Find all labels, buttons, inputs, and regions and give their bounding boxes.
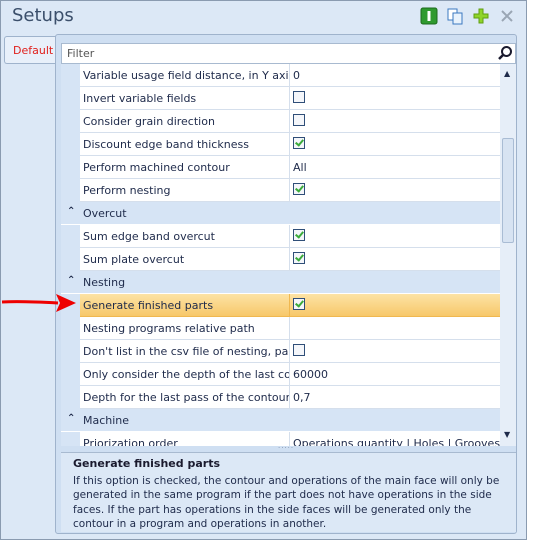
row-indent [61,225,80,248]
property-value[interactable]: Operations quantity | Holes | Grooves | [293,437,500,446]
splitter-handle[interactable]: ····· [278,444,294,452]
property-grid: Variable usage field distance, in Y axis… [61,64,500,446]
checkbox[interactable] [293,137,305,149]
category-nesting[interactable]: ⌃ Nesting [61,271,500,294]
property-label: Variable usage field distance, in Y axis [80,64,290,87]
close-icon[interactable] [498,7,516,25]
property-label: Only consider the depth of the last con.… [80,363,290,386]
property-value[interactable]: 0 [293,69,300,82]
property-value[interactable]: All [293,161,307,174]
checkbox[interactable] [293,344,305,356]
scroll-down-icon[interactable]: ▼ [504,430,510,439]
checkbox[interactable] [293,91,305,103]
property-label: Depth for the last pass of the contour (… [80,386,290,409]
copy-icon[interactable] [446,7,464,25]
property-label: Perform machined contour [80,156,290,179]
property-row[interactable]: Discount edge band thickness [61,133,500,156]
property-value-cell[interactable] [290,133,500,156]
row-indent [61,432,80,446]
property-value-cell[interactable]: 0,7 [290,386,500,409]
property-label: Generate finished parts [80,294,290,317]
property-row[interactable]: Nesting programs relative path [61,317,500,340]
property-value-cell[interactable] [290,340,500,363]
property-row[interactable]: Depth for the last pass of the contour (… [61,386,500,409]
category-label: Machine [83,414,130,427]
checkbox[interactable] [293,252,305,264]
property-label: Sum edge band overcut [80,225,290,248]
property-value-cell[interactable] [290,317,500,340]
collapse-icon[interactable]: ⌃ [67,206,75,217]
property-label: Sum plate overcut [80,248,290,271]
vertical-scrollbar[interactable]: ▲ ▼ [500,64,516,446]
property-value-cell[interactable]: 60000 [290,363,500,386]
row-indent [61,64,80,87]
window-title: Setups [12,5,74,26]
checkbox[interactable] [293,298,305,310]
property-row[interactable]: Only consider the depth of the last con.… [61,363,500,386]
row-indent [61,363,80,386]
checkbox[interactable] [293,183,305,195]
property-value[interactable]: 0,7 [293,391,311,404]
add-icon[interactable] [472,7,490,25]
property-row[interactable]: Don't list in the csv file of nesting, p… [61,340,500,363]
scroll-up-icon[interactable]: ▲ [504,69,510,78]
property-row[interactable]: Consider grain direction [61,110,500,133]
info-icon[interactable] [420,7,438,25]
property-row[interactable]: Invert variable fields [61,87,500,110]
checkbox[interactable] [293,114,305,126]
category-label: Nesting [83,276,126,289]
property-row[interactable]: Generate finished parts [61,294,500,317]
property-value-cell[interactable] [290,225,500,248]
row-indent [61,87,80,110]
property-row[interactable]: Perform nesting [61,179,500,202]
property-label: Discount edge band thickness [80,133,290,156]
property-value[interactable]: 60000 [293,368,328,381]
row-indent [61,156,80,179]
property-label: Nesting programs relative path [80,317,290,340]
property-value-cell[interactable] [290,179,500,202]
property-value-cell[interactable]: All [290,156,500,179]
search-icon[interactable] [497,45,513,61]
property-value-cell[interactable]: 0 [290,64,500,87]
collapse-icon[interactable]: ⌃ [67,413,75,424]
property-label: Perform nesting [80,179,290,202]
property-row[interactable]: Perform machined contour All [61,156,500,179]
description-panel: Generate finished parts If this option i… [61,452,516,532]
property-value-cell[interactable] [290,294,500,317]
row-indent [61,110,80,133]
category-overcut[interactable]: ⌃ Overcut [61,202,500,225]
property-value-cell[interactable] [290,248,500,271]
scroll-thumb[interactable] [502,138,514,243]
filter-input[interactable]: Filter [61,43,516,64]
property-label: Invert variable fields [80,87,290,110]
tab-default[interactable]: Default [4,36,56,64]
row-indent [61,340,80,363]
property-row[interactable]: Sum edge band overcut [61,225,500,248]
red-arrow-annotation [1,294,76,312]
row-indent [61,317,80,340]
property-label: Don't list in the csv file of nesting, p… [80,340,290,363]
property-row[interactable]: Sum plate overcut [61,248,500,271]
property-value-cell[interactable]: Operations quantity | Holes | Grooves | [290,432,500,446]
category-machine[interactable]: ⌃ Machine [61,409,500,432]
property-label: Consider grain direction [80,110,290,133]
property-label: Priorization order [80,432,290,446]
row-indent [61,386,80,409]
row-indent [61,133,80,156]
checkbox[interactable] [293,229,305,241]
collapse-icon[interactable]: ⌃ [67,275,75,286]
row-indent [61,248,80,271]
category-label: Overcut [83,207,127,220]
description-title: Generate finished parts [73,457,221,470]
row-indent [61,179,80,202]
property-row[interactable]: Variable usage field distance, in Y axis… [61,64,500,87]
property-value-cell[interactable] [290,87,500,110]
description-text: If this option is checked, the contour a… [73,474,500,531]
property-value-cell[interactable] [290,110,500,133]
